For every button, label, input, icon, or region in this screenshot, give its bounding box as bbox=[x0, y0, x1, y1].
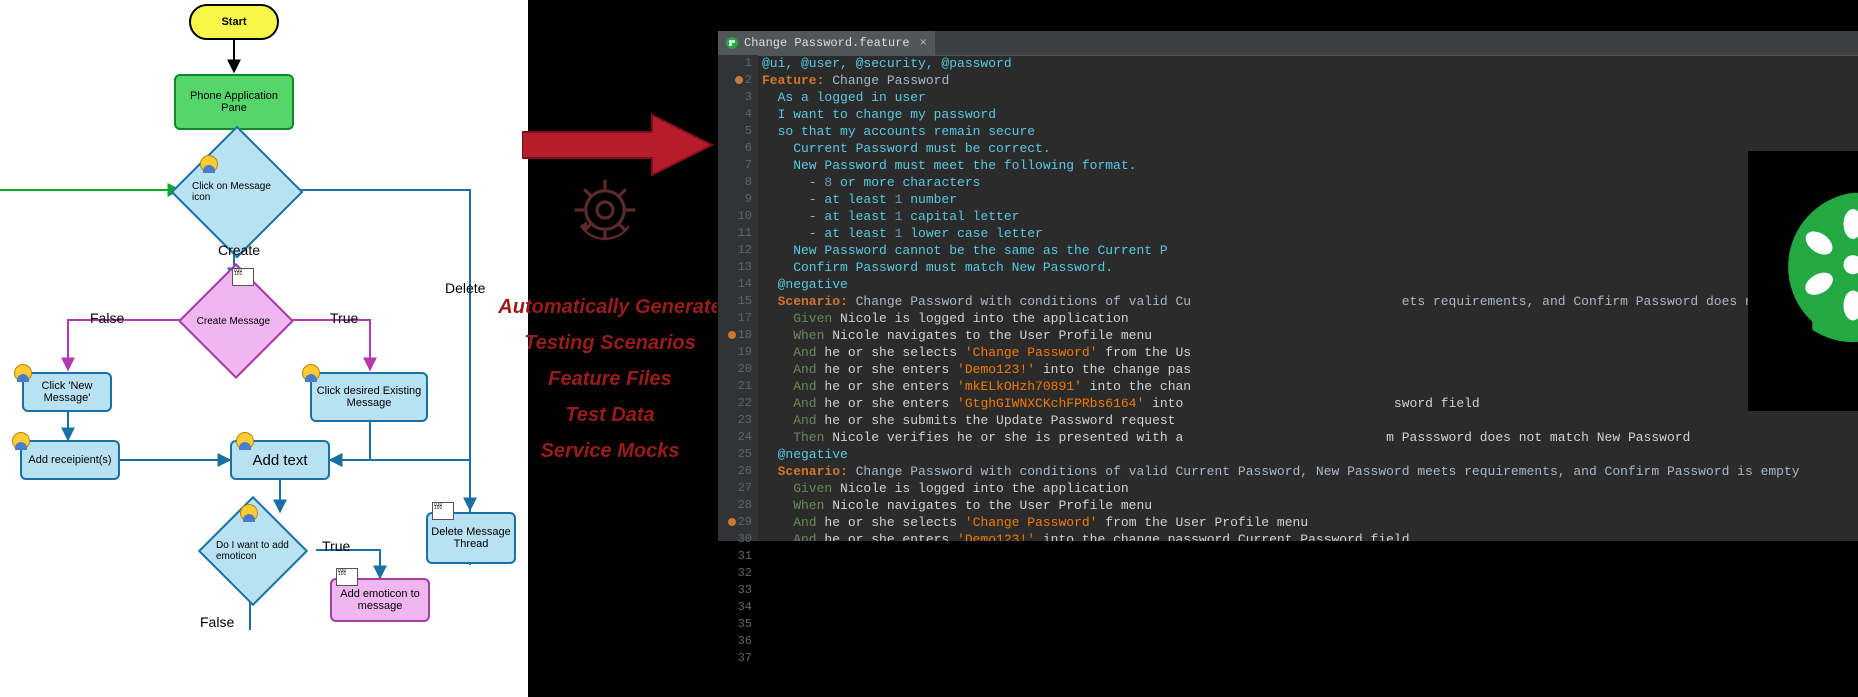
gear-icon bbox=[565, 170, 645, 250]
edge-label-false2: False bbox=[200, 614, 234, 630]
ide-panel: Change Password.feature × 12345678910111… bbox=[717, 30, 1858, 542]
caption-line3: Feature Files bbox=[485, 368, 735, 391]
caption-line2: Testing Scenarios bbox=[485, 332, 735, 355]
code-line: When Nicole navigates to the User Profil… bbox=[762, 327, 1858, 344]
code-line: Feature: Change Password bbox=[762, 72, 1858, 89]
code-line: @ui, @user, @security, @password bbox=[762, 55, 1858, 72]
code-line: And he or she selects 'Change Password' … bbox=[762, 344, 1858, 361]
delete-thread-label: Delete Message Thread bbox=[428, 526, 514, 550]
code-line: Given Nicole is logged into the applicat… bbox=[762, 310, 1858, 327]
code-line: As a logged in user bbox=[762, 89, 1858, 106]
edge-label-create: Create bbox=[218, 242, 260, 258]
code-line: - at least 1 lower case letter bbox=[762, 225, 1858, 242]
code-line: New Password must meet the following for… bbox=[762, 157, 1858, 174]
code-line: Given Nicole is logged into the applicat… bbox=[762, 480, 1858, 497]
flowchart-panel: Start Phone Application Pane Click on Me… bbox=[0, 0, 528, 697]
code-line: Then Nicole verifies he or she is presen… bbox=[762, 429, 1858, 446]
code-line: - at least 1 capital letter bbox=[762, 208, 1858, 225]
click-existing-message-label: Click desired Existing Message bbox=[312, 385, 426, 409]
code-line: Scenario: Change Password with condition… bbox=[762, 463, 1858, 480]
create-message-label: Create Message bbox=[197, 316, 275, 327]
add-recipients-node: Add receipient(s) bbox=[20, 440, 120, 480]
code-line: And he or she enters 'GtghGIWNXCKchFPRbs… bbox=[762, 395, 1858, 412]
add-recipients-label: Add receipient(s) bbox=[28, 454, 111, 466]
code-line: And he or she submits the Update Passwor… bbox=[762, 412, 1858, 429]
code-area[interactable]: @ui, @user, @security, @passwordFeature:… bbox=[762, 55, 1858, 541]
code-line: so that my accounts remain secure bbox=[762, 123, 1858, 140]
code-line: - at least 1 number bbox=[762, 191, 1858, 208]
code-line: And he or she selects 'Change Password' … bbox=[762, 514, 1858, 531]
code-line: And he or she enters 'Demo123!' into the… bbox=[762, 361, 1858, 378]
user-icon bbox=[236, 432, 254, 450]
add-emoticon-decision-label: Do I want to add emoticon bbox=[216, 540, 290, 562]
add-text-label: Add text bbox=[252, 452, 307, 469]
code-line: And he or she enters 'mkELkOHzh70891' in… bbox=[762, 378, 1858, 395]
file-tab[interactable]: Change Password.feature × bbox=[718, 31, 935, 55]
user-icon bbox=[240, 504, 258, 522]
code-line: I want to change my password bbox=[762, 106, 1858, 123]
caption-line4: Test Data bbox=[485, 404, 735, 427]
click-existing-message-node: Click desired Existing Message bbox=[310, 372, 428, 422]
edge-label-true2: True bbox=[322, 538, 350, 554]
tab-bar: Change Password.feature × bbox=[718, 31, 1858, 56]
add-emoticon-label: Add emoticon to message bbox=[332, 588, 428, 612]
data-icon: 010101 bbox=[432, 502, 454, 520]
phone-app-node: Phone Application Pane bbox=[174, 74, 294, 130]
code-line: @negative bbox=[762, 446, 1858, 463]
start-node: Start bbox=[189, 4, 279, 40]
code-line: - 8 or more characters bbox=[762, 174, 1858, 191]
data-icon: 010101 bbox=[336, 568, 358, 586]
user-icon bbox=[200, 155, 218, 173]
cucumber-logo bbox=[1748, 151, 1858, 411]
edge-label-false: False bbox=[90, 310, 124, 326]
edge-label-true: True bbox=[330, 310, 358, 326]
code-line: New Password cannot be the same as the C… bbox=[762, 242, 1858, 259]
start-label: Start bbox=[221, 16, 246, 28]
caption-line1: Automatically Generate bbox=[485, 296, 735, 319]
code-line: When Nicole navigates to the User Profil… bbox=[762, 497, 1858, 514]
user-icon bbox=[12, 432, 30, 450]
code-line: And he or she enters 'Demo123!' into the… bbox=[762, 531, 1858, 541]
code-line: @negative bbox=[762, 276, 1858, 293]
click-message-icon-label: Click on Message icon bbox=[192, 181, 282, 203]
close-icon[interactable]: × bbox=[920, 35, 927, 52]
click-new-message-label: Click 'New Message' bbox=[24, 380, 110, 404]
click-new-message-node: Click 'New Message' bbox=[22, 372, 112, 412]
user-icon bbox=[302, 364, 320, 382]
click-message-icon-node: Click on Message icon bbox=[171, 126, 304, 259]
cucumber-file-icon bbox=[726, 37, 738, 49]
user-icon bbox=[14, 364, 32, 382]
data-icon: 010101 bbox=[232, 268, 254, 286]
code-line: Current Password must be correct. bbox=[762, 140, 1858, 157]
tab-filename: Change Password.feature bbox=[744, 35, 910, 52]
code-line: Confirm Password must match New Password… bbox=[762, 259, 1858, 276]
edge-label-delete: Delete bbox=[445, 280, 485, 296]
caption-line5: Service Mocks bbox=[485, 440, 735, 463]
code-line: Scenario: Change Password with condition… bbox=[762, 293, 1858, 310]
phone-app-label: Phone Application Pane bbox=[176, 90, 292, 114]
line-number-gutter: 1234567891011121314151718192021222324252… bbox=[718, 55, 758, 541]
